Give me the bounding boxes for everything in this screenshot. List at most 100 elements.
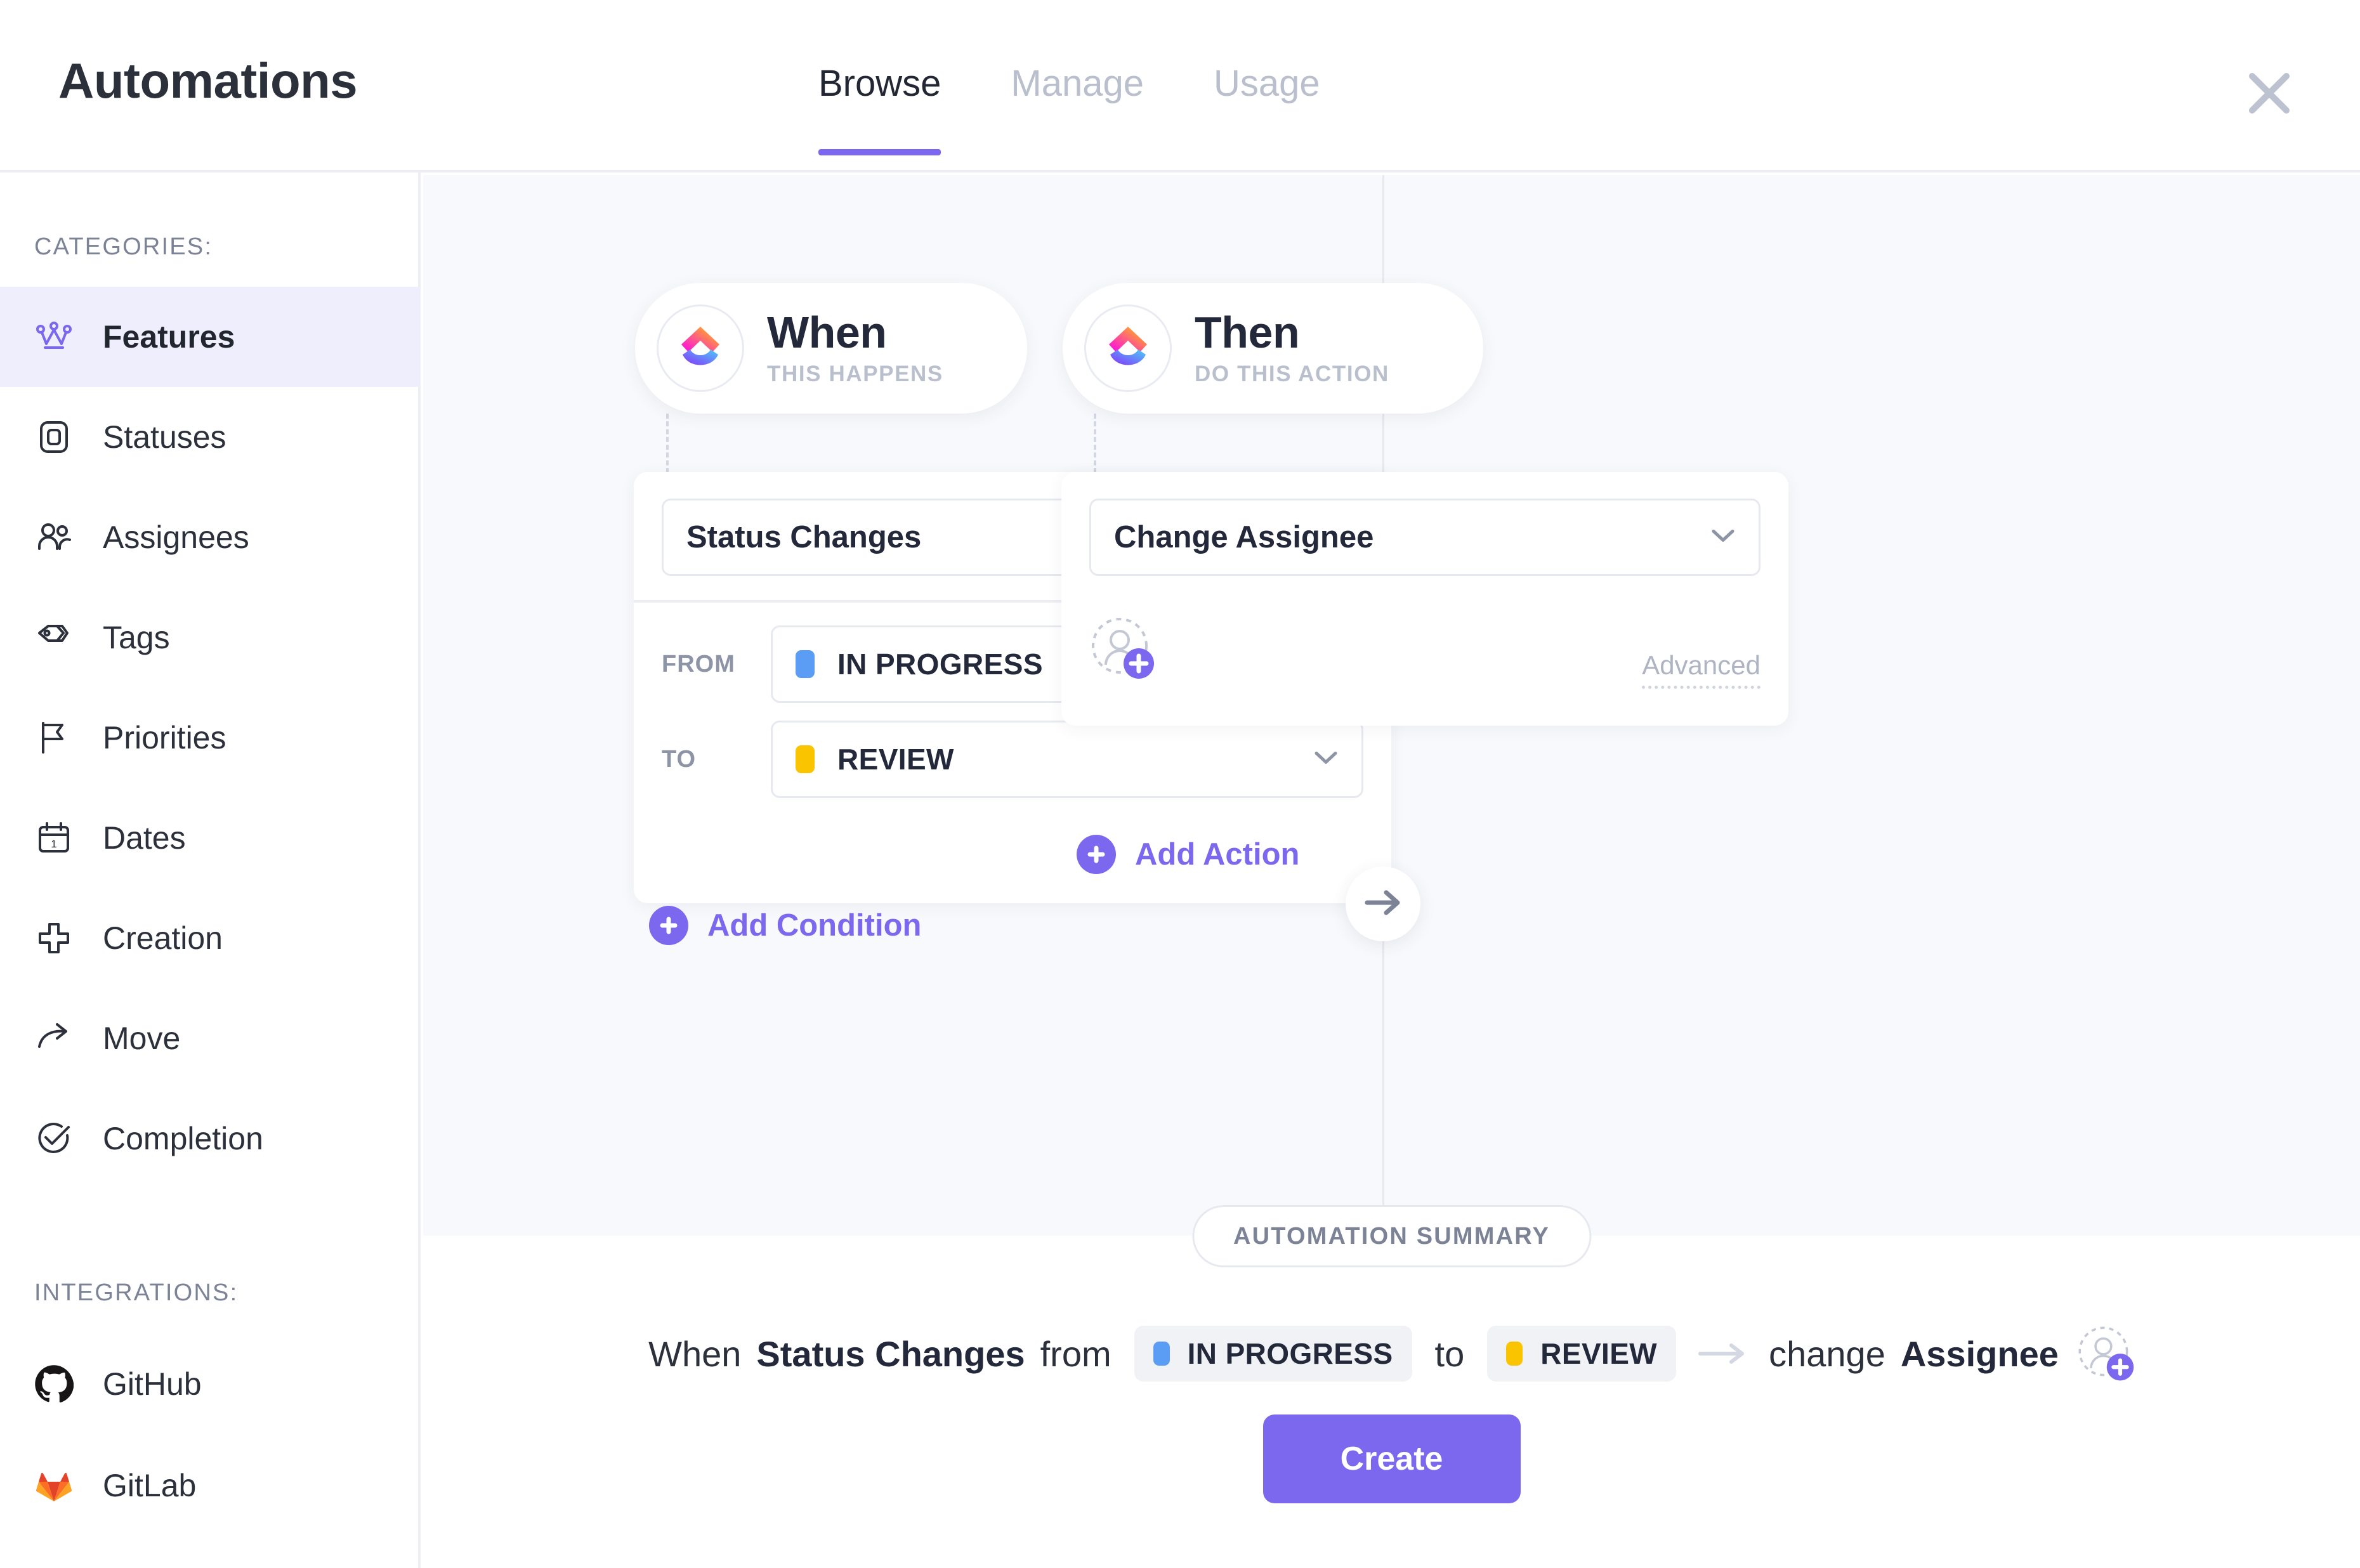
sidebar-item-label: Features: [103, 319, 235, 355]
create-button[interactable]: Create: [1262, 1414, 1521, 1503]
close-icon[interactable]: [2234, 58, 2304, 128]
sidebar-item-label: Assignees: [103, 519, 249, 555]
sidebar-item-dates[interactable]: 1 Dates: [0, 788, 421, 888]
trigger-type-value: Status Changes: [686, 520, 922, 554]
plus-circle-icon: [1077, 835, 1116, 874]
summary-from-value: IN PROGRESS: [1187, 1337, 1393, 1370]
from-status-value: IN PROGRESS: [837, 648, 1043, 681]
summary-word-from: from: [1040, 1333, 1111, 1374]
summary-word-change: change: [1769, 1333, 1885, 1374]
sidebar-category-list: Features Statuses Assignees Tags Priorit…: [0, 287, 421, 1189]
plus-thick-icon: [34, 918, 74, 958]
add-action-button[interactable]: Add Action: [1077, 835, 1299, 874]
page-title: Automations: [58, 53, 358, 108]
trigger-to-row: TO REVIEW: [662, 721, 1363, 798]
sidebar: CATEGORIES: Features Statuses Assignees …: [0, 173, 421, 1568]
summary-to-value: REVIEW: [1540, 1337, 1658, 1370]
clickup-logo-icon: [1084, 304, 1172, 392]
advanced-link[interactable]: Advanced: [1642, 650, 1760, 689]
sidebar-item-label: Completion: [103, 1121, 263, 1156]
summary-word-to: to: [1434, 1333, 1465, 1374]
sidebar-item-label: Creation: [103, 920, 223, 956]
summary-trigger-name: Status Changes: [756, 1333, 1025, 1374]
sidebar-item-statuses[interactable]: Statuses: [0, 387, 421, 487]
add-action-label: Add Action: [1135, 837, 1300, 872]
github-icon: [34, 1364, 74, 1404]
summary-badge-label: AUTOMATION SUMMARY: [1233, 1222, 1550, 1250]
arrow-right-icon: [1362, 886, 1404, 922]
summary-word-when: When: [648, 1333, 742, 1374]
arrow-right-icon: [1696, 1341, 1748, 1366]
trigger-subtitle: THIS HAPPENS: [767, 361, 943, 386]
summary-badge: AUTOMATION SUMMARY: [1191, 1205, 1592, 1267]
automations-modal: Automations Browse Manage Usage CATEGORI…: [0, 0, 2360, 1568]
sidebar-item-move[interactable]: Move: [0, 988, 421, 1088]
sidebar-item-completion[interactable]: Completion: [0, 1088, 421, 1189]
sidebar-item-priorities[interactable]: Priorities: [0, 688, 421, 788]
gitlab-icon: [34, 1466, 74, 1505]
add-condition-button[interactable]: Add Condition: [649, 906, 921, 945]
svg-text:1: 1: [51, 838, 56, 850]
tab-browse[interactable]: Browse: [818, 62, 941, 155]
status-color-dot: [1506, 1342, 1523, 1366]
users-icon: [34, 518, 74, 557]
sidebar-item-features[interactable]: Features: [0, 287, 421, 387]
trigger-title: When: [767, 307, 887, 357]
sidebar-item-assignees[interactable]: Assignees: [0, 487, 421, 587]
summary-action-name: Assignee: [1900, 1333, 2059, 1374]
status-color-dot: [1153, 1342, 1170, 1366]
sidebar-item-label: Move: [103, 1021, 181, 1056]
add-assignee-avatar-icon[interactable]: [2076, 1324, 2135, 1383]
clickup-logo-icon: [657, 304, 744, 392]
sidebar-item-label: Statuses: [103, 419, 226, 455]
tab-usage[interactable]: Usage: [1214, 62, 1320, 155]
add-assignee-avatar-icon[interactable]: [1089, 615, 1155, 681]
add-condition-label: Add Condition: [707, 908, 922, 943]
sidebar-item-label: GitLab: [103, 1468, 197, 1503]
action-card: Change Assignee Advanced: [1061, 472, 1788, 726]
plus-circle-icon: [649, 906, 688, 945]
trigger-header-pill: When THIS HAPPENS: [635, 283, 1027, 414]
chevron-down-icon: [1313, 750, 1339, 769]
calendar-icon: 1: [34, 818, 74, 858]
from-label: FROM: [662, 650, 735, 677]
sidebar-item-label: Priorities: [103, 720, 226, 755]
sidebar-item-github[interactable]: GitHub: [0, 1333, 421, 1435]
to-label: TO: [662, 745, 697, 773]
sidebar-integrations-label: INTEGRATIONS:: [34, 1279, 239, 1306]
tab-manage[interactable]: Manage: [1011, 62, 1144, 155]
to-status-select[interactable]: REVIEW: [771, 721, 1363, 798]
action-type-select[interactable]: Change Assignee: [1089, 499, 1760, 576]
sidebar-integrations-list: GitHub GitLab: [0, 1333, 421, 1536]
status-square-icon: [34, 417, 74, 457]
sidebar-item-gitlab[interactable]: GitLab: [0, 1435, 421, 1536]
create-button-label: Create: [1340, 1441, 1443, 1477]
chevron-down-icon: [1710, 528, 1736, 547]
modal-header: Automations Browse Manage Usage: [0, 0, 2360, 173]
sidebar-item-tags[interactable]: Tags: [0, 587, 421, 688]
action-type-value: Change Assignee: [1114, 520, 1374, 554]
action-header-pill: Then DO THIS ACTION: [1063, 283, 1483, 414]
sidebar-item-creation[interactable]: Creation: [0, 888, 421, 988]
to-status-value: REVIEW: [837, 743, 954, 776]
tag-icon: [34, 618, 74, 657]
flag-icon: [34, 718, 74, 757]
tab-bar: Browse Manage Usage: [818, 62, 1320, 155]
connector-when: [666, 414, 669, 473]
status-color-dot: [796, 745, 815, 773]
action-title: Then: [1195, 307, 1300, 357]
summary-sentence: When Status Changes from IN PROGRESS to …: [423, 1324, 2360, 1383]
crown-icon: [34, 317, 74, 356]
sidebar-item-label: GitHub: [103, 1366, 202, 1402]
status-color-dot: [796, 650, 815, 678]
sidebar-item-label: Tags: [103, 620, 170, 655]
summary-to-chip: REVIEW: [1487, 1326, 1677, 1382]
action-config-body: Advanced: [1061, 600, 1788, 709]
action-subtitle: DO THIS ACTION: [1195, 361, 1389, 386]
summary-from-chip: IN PROGRESS: [1134, 1326, 1412, 1382]
arrow-curve-icon: [34, 1019, 74, 1058]
flow-arrow-node: [1346, 866, 1420, 941]
automation-builder-canvas: When THIS HAPPENS Then DO THIS ACTION St…: [423, 175, 2360, 1236]
connector-then: [1094, 414, 1096, 473]
automation-summary: AUTOMATION SUMMARY When Status Changes f…: [423, 1205, 2360, 1568]
